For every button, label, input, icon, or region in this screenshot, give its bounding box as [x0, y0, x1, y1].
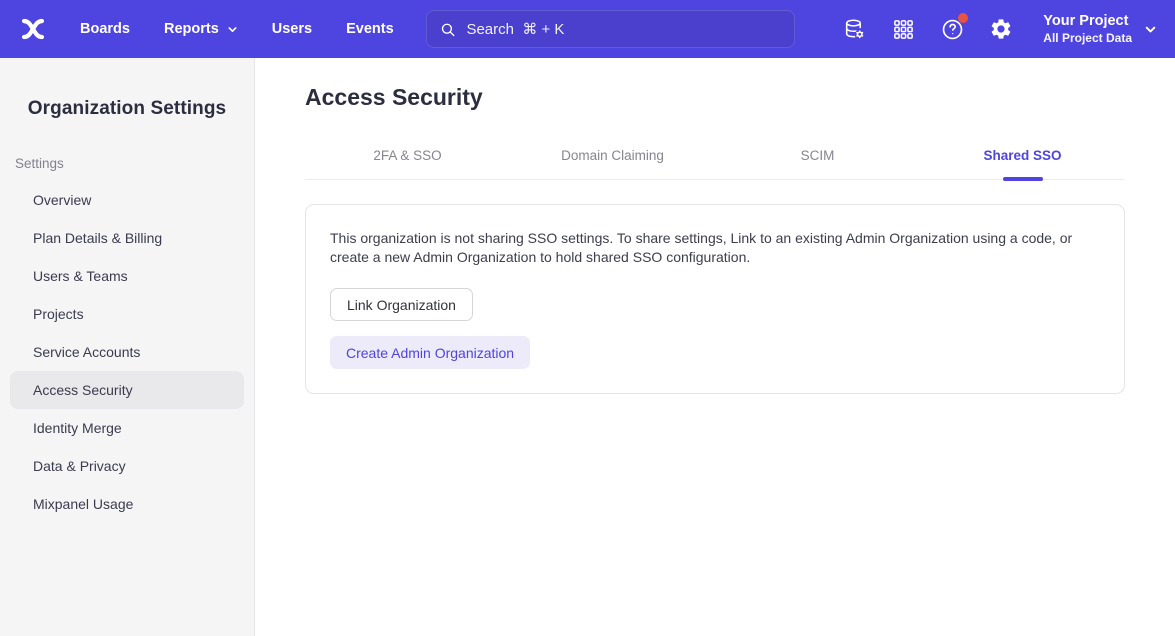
search-icon: [439, 20, 456, 39]
chevron-down-icon: [227, 24, 238, 35]
tab-scim[interactable]: SCIM: [715, 138, 920, 179]
sidebar-title: Organization Settings: [0, 98, 254, 120]
search-wrap: [394, 10, 828, 48]
nav-item-label: Users: [272, 21, 312, 37]
search-input[interactable]: [466, 21, 782, 38]
nav-item-boards[interactable]: Boards: [80, 21, 130, 37]
tab-domain-claiming[interactable]: Domain Claiming: [510, 138, 715, 179]
page-title: Access Security: [305, 84, 1125, 111]
nav-item-users[interactable]: Users: [272, 21, 312, 37]
create-admin-organization-button[interactable]: Create Admin Organization: [330, 336, 530, 369]
notification-badge: [958, 13, 968, 23]
help-button[interactable]: [939, 16, 965, 42]
data-management-icon: [842, 17, 867, 42]
tab-shared-sso[interactable]: Shared SSO: [920, 138, 1125, 179]
mixpanel-logo-icon: [18, 14, 48, 44]
sidebar-item-plan-details-billing[interactable]: Plan Details & Billing: [10, 219, 244, 257]
sidebar-item-identity-merge[interactable]: Identity Merge: [10, 409, 244, 447]
sidebar-nav: OverviewPlan Details & BillingUsers & Te…: [0, 181, 254, 523]
sidebar-item-users-teams[interactable]: Users & Teams: [10, 257, 244, 295]
chevron-down-icon: [1144, 23, 1157, 36]
search-bar[interactable]: [426, 10, 795, 48]
apps-grid-icon: [892, 18, 915, 41]
shared-sso-description: This organization is not sharing SSO set…: [330, 229, 1100, 267]
apps-grid-button[interactable]: [890, 16, 916, 42]
project-name: Your Project: [1043, 13, 1132, 30]
sidebar-item-projects[interactable]: Projects: [10, 295, 244, 333]
project-switcher-labels: Your Project All Project Data: [1043, 13, 1132, 46]
navbar-items: Boards Reports Users Events: [80, 21, 394, 37]
navbar-right: Your Project All Project Data: [841, 13, 1157, 46]
nav-item-events[interactable]: Events: [346, 21, 394, 37]
mixpanel-logo[interactable]: [16, 12, 50, 46]
sidebar-item-data-privacy[interactable]: Data & Privacy: [10, 447, 244, 485]
settings-button[interactable]: [988, 16, 1014, 42]
sidebar-item-mixpanel-usage[interactable]: Mixpanel Usage: [10, 485, 244, 523]
project-subtitle: All Project Data: [1043, 31, 1132, 46]
settings-gear-icon: [989, 17, 1013, 41]
nav-item-reports[interactable]: Reports: [164, 21, 238, 37]
data-management-button[interactable]: [841, 16, 867, 42]
nav-item-label: Boards: [80, 21, 130, 37]
tabs: 2FA & SSODomain ClaimingSCIMShared SSO: [305, 138, 1125, 180]
tab-2fa-sso[interactable]: 2FA & SSO: [305, 138, 510, 179]
sidebar-item-service-accounts[interactable]: Service Accounts: [10, 333, 244, 371]
nav-item-label: Events: [346, 21, 394, 37]
sidebar-item-overview[interactable]: Overview: [10, 181, 244, 219]
sidebar-section-label: Settings: [15, 156, 254, 171]
sidebar: Organization Settings Settings OverviewP…: [0, 58, 255, 636]
link-organization-button[interactable]: Link Organization: [330, 288, 473, 321]
nav-item-label: Reports: [164, 21, 219, 37]
top-navbar: Boards Reports Users Events: [0, 0, 1175, 58]
sidebar-item-access-security[interactable]: Access Security: [10, 371, 244, 409]
shared-sso-card: This organization is not sharing SSO set…: [305, 204, 1125, 394]
main-content: Access Security 2FA & SSODomain Claiming…: [256, 58, 1175, 636]
project-switcher[interactable]: Your Project All Project Data: [1043, 13, 1157, 46]
